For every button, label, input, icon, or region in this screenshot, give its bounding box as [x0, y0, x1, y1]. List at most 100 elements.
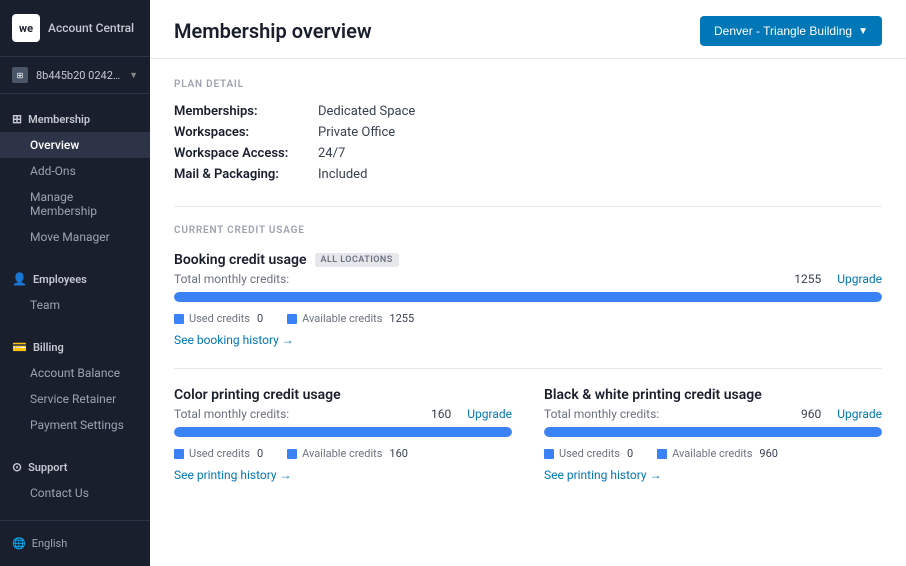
color-credit-title-text: Color printing credit usage [174, 387, 341, 403]
sidebar-item-manage-membership[interactable]: Manage Membership [0, 184, 150, 224]
bw-history-link[interactable]: See printing history → [544, 468, 662, 482]
color-progress-bar-bg [174, 427, 512, 437]
booking-available-dot [287, 314, 297, 324]
sidebar-section-billing: 💳 Billing Account Balance Service Retain… [0, 322, 150, 442]
color-used-legend: Used credits 0 [174, 447, 263, 460]
color-credit-block: Color printing credit usage Total monthl… [174, 387, 512, 483]
booking-used-label: Used credits [189, 312, 250, 325]
bw-total-label: Total monthly credits: [544, 407, 659, 421]
color-legend-row: Used credits 0 Available credits 160 [174, 447, 512, 460]
booking-used-legend: Used credits 0 [174, 312, 263, 325]
plan-key-memberships: Memberships: [174, 104, 314, 119]
color-upgrade-link[interactable]: Upgrade [467, 407, 512, 421]
bw-total-amount: 960 [801, 407, 821, 421]
sidebar: we Account Central ⊞ 8b445b20 0242ac1...… [0, 0, 150, 566]
sidebar-section-billing-label: Billing [33, 341, 64, 354]
color-available-value: 160 [389, 447, 408, 460]
booking-progress-bar-bg [174, 292, 882, 302]
sidebar-section-billing-header[interactable]: 💳 Billing [0, 334, 150, 360]
color-total-label: Total monthly credits: [174, 407, 289, 421]
color-credit-title: Color printing credit usage [174, 387, 512, 403]
billing-icon: 💳 [12, 340, 27, 354]
booking-upgrade-link[interactable]: Upgrade [837, 272, 882, 286]
sidebar-item-overview[interactable]: Overview [0, 132, 150, 158]
bw-available-label: Available credits [672, 447, 752, 460]
booking-progress-bar-fill [174, 292, 882, 302]
sidebar-item-service-retainer[interactable]: Service Retainer [0, 386, 150, 412]
sidebar-item-addons[interactable]: Add-Ons [0, 158, 150, 184]
location-label: Denver - Triangle Building [714, 24, 852, 38]
booking-used-dot [174, 314, 184, 324]
sidebar-section-employees-label: Employees [33, 273, 87, 286]
sidebar-section-membership-header[interactable]: ⊞ Membership [0, 106, 150, 132]
booking-available-legend: Available credits 1255 [287, 312, 414, 325]
support-icon: ⊙ [12, 460, 22, 474]
color-used-dot [174, 449, 184, 459]
bw-used-legend: Used credits 0 [544, 447, 633, 460]
sidebar-section-support-header[interactable]: ⊙ Support [0, 454, 150, 480]
sidebar-section-support-label: Support [28, 461, 67, 474]
account-chevron-icon: ▼ [129, 70, 138, 81]
sidebar-section-employees-header[interactable]: 👤 Employees [0, 266, 150, 292]
color-total-amount: 160 [431, 407, 451, 421]
printing-credits-grid: Color printing credit usage Total monthl… [174, 387, 882, 503]
bw-available-dot [657, 449, 667, 459]
main-body: PLAN DETAIL Memberships: Dedicated Space… [150, 59, 906, 566]
page-title: Membership overview [174, 19, 372, 43]
color-history-link[interactable]: See printing history → [174, 468, 292, 482]
booking-credit-title: Booking credit usage ALL LOCATIONS [174, 252, 882, 268]
color-progress-bar-fill [174, 427, 512, 437]
language-selector[interactable]: 🌐 English [0, 531, 150, 556]
booking-credit-title-text: Booking credit usage [174, 252, 307, 268]
bw-upgrade-link[interactable]: Upgrade [837, 407, 882, 421]
plan-val-workspaces: Private Office [318, 125, 395, 140]
bw-row-right: 960 Upgrade [801, 407, 882, 421]
booking-available-label: Available credits [302, 312, 382, 325]
plan-row-workspaces: Workspaces: Private Office [174, 125, 882, 140]
sidebar-item-team[interactable]: Team [0, 292, 150, 318]
bw-used-value: 0 [627, 447, 633, 460]
color-available-label: Available credits [302, 447, 382, 460]
booking-credit-block: Booking credit usage ALL LOCATIONS Total… [174, 252, 882, 348]
booking-total-amount: 1255 [794, 272, 821, 286]
location-chevron-icon: ▼ [858, 26, 868, 37]
globe-icon: 🌐 [12, 537, 26, 550]
account-id-text: 8b445b20 0242ac1... [36, 69, 121, 82]
sidebar-logo-text: Account Central [48, 21, 134, 35]
sidebar-section-membership: ⊞ Membership Overview Add-Ons Manage Mem… [0, 94, 150, 254]
sidebar-item-contact-us[interactable]: Contact Us [0, 480, 150, 506]
employees-icon: 👤 [12, 272, 27, 286]
sidebar-bottom: 🌐 English [0, 520, 150, 566]
membership-icon: ⊞ [12, 112, 22, 126]
plan-row-mail: Mail & Packaging: Included [174, 167, 882, 182]
sidebar-logo: we Account Central [0, 0, 150, 57]
account-selector[interactable]: ⊞ 8b445b20 0242ac1... ▼ [0, 57, 150, 94]
bw-used-label: Used credits [559, 447, 620, 460]
sidebar-section-membership-label: Membership [28, 113, 90, 126]
sidebar-item-account-balance[interactable]: Account Balance [0, 360, 150, 386]
sidebar-item-payment-settings[interactable]: Payment Settings [0, 412, 150, 438]
booking-history-link[interactable]: See booking history → [174, 333, 294, 347]
booking-row-right: 1255 Upgrade [794, 272, 882, 286]
credit-usage-label: CURRENT CREDIT USAGE [174, 225, 882, 236]
plan-val-memberships: Dedicated Space [318, 104, 415, 119]
color-used-label: Used credits [189, 447, 250, 460]
main-content-area: Membership overview Denver - Triangle Bu… [150, 0, 906, 566]
sidebar-item-move-manager[interactable]: Move Manager [0, 224, 150, 250]
booking-credit-row: Total monthly credits: 1255 Upgrade [174, 272, 882, 286]
all-locations-badge: ALL LOCATIONS [315, 253, 399, 267]
account-grid-icon: ⊞ [12, 67, 28, 83]
plan-val-workspace-access: 24/7 [318, 146, 345, 161]
location-button[interactable]: Denver - Triangle Building ▼ [700, 16, 882, 46]
bw-available-value: 960 [759, 447, 778, 460]
bw-credit-title: Black & white printing credit usage [544, 387, 882, 403]
plan-row-workspace-access: Workspace Access: 24/7 [174, 146, 882, 161]
bw-credit-row: Total monthly credits: 960 Upgrade [544, 407, 882, 421]
booking-total-label: Total monthly credits: [174, 272, 289, 286]
divider [174, 206, 882, 207]
bw-used-dot [544, 449, 554, 459]
plan-detail-grid: Memberships: Dedicated Space Workspaces:… [174, 104, 882, 182]
bw-available-legend: Available credits 960 [657, 447, 778, 460]
color-credit-row: Total monthly credits: 160 Upgrade [174, 407, 512, 421]
booking-used-value: 0 [257, 312, 263, 325]
